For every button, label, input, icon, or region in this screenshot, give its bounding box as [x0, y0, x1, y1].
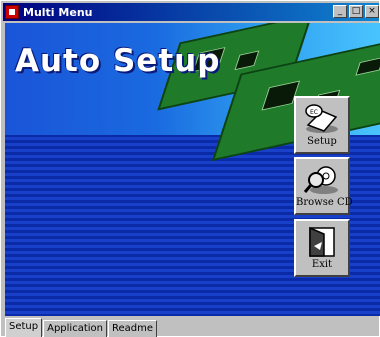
exit-button[interactable]: Exit [294, 219, 350, 277]
setup-button-label: Setup [307, 136, 337, 147]
tab-readme[interactable]: Readme [107, 320, 158, 337]
page-title: Auto Setup [15, 43, 221, 79]
book-icon: EC [305, 104, 338, 133]
window-title: Multi Menu [23, 5, 93, 19]
setup-button[interactable]: EC Setup [294, 96, 350, 154]
tab-bar: Setup Application Readme [5, 317, 158, 337]
svg-text:EC: EC [310, 109, 318, 116]
browse-cd-button[interactable]: Browse CD [294, 157, 353, 215]
minimize-button[interactable]: _ [333, 5, 347, 18]
window-controls: _ □ × [333, 5, 379, 18]
door-icon [309, 226, 335, 257]
main-window: Multi Menu _ □ × Auto Setup EC Setup Bro… [0, 0, 380, 337]
exit-button-label: Exit [311, 259, 333, 270]
browse-cd-button-label: Browse CD [296, 197, 353, 208]
maximize-button[interactable]: □ [349, 5, 363, 18]
magnifier-icon [303, 166, 338, 194]
app-icon [5, 5, 19, 19]
close-button[interactable]: × [365, 5, 379, 18]
title-bar[interactable]: Multi Menu _ □ × [3, 3, 379, 21]
content-area: Auto Setup EC Setup Browse CD Exit [5, 23, 380, 316]
tab-application[interactable]: Application [43, 320, 107, 337]
tab-setup[interactable]: Setup [5, 318, 43, 337]
